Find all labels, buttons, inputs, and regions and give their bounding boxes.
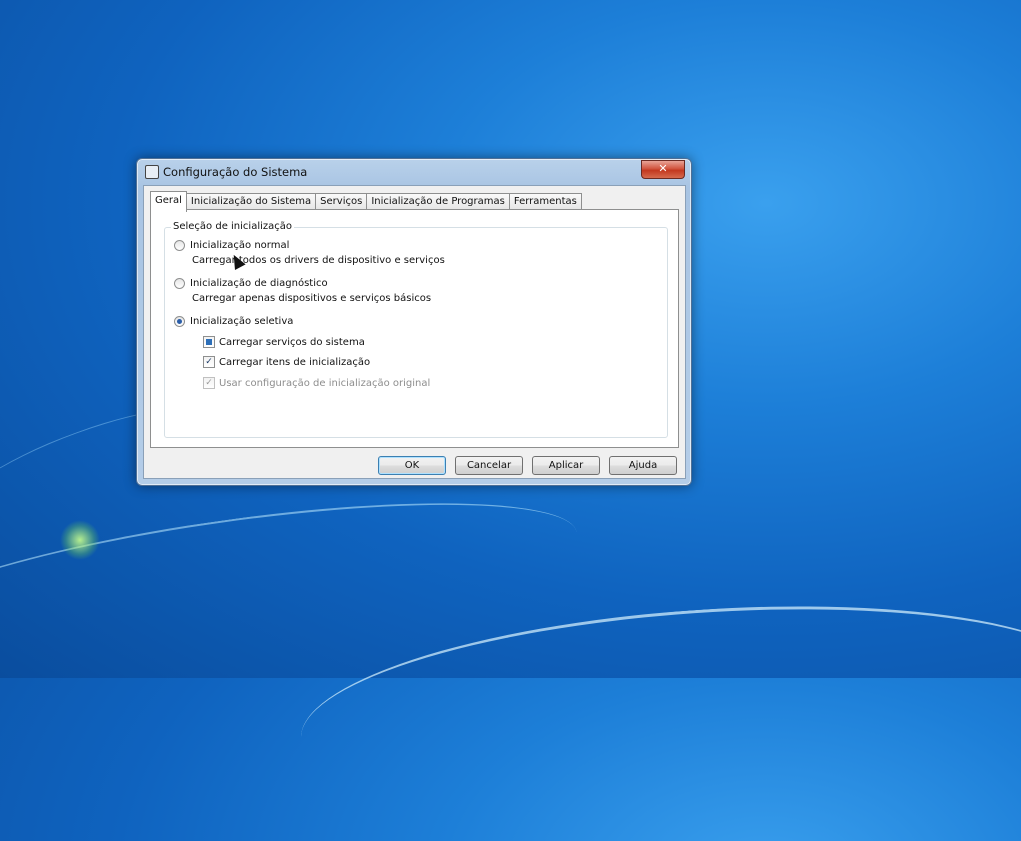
load-system-services-label: Carregar serviços do sistema — [219, 336, 365, 348]
normal-startup-label: Inicialização normal — [190, 240, 290, 251]
selective-startup-label: Inicialização seletiva — [190, 316, 294, 327]
system-configuration-window: Configuração do Sistema ✕ Geral Iniciali… — [136, 158, 692, 486]
load-system-services-checkbox[interactable]: Carregar serviços do sistema — [203, 336, 365, 348]
checkmark-icon: ✓ — [203, 377, 215, 389]
wallpaper-glow — [60, 520, 100, 560]
tab-strip: Geral Inicialização do Sistema Serviços … — [150, 191, 582, 212]
msconfig-icon — [145, 165, 159, 179]
cancel-button[interactable]: Cancelar — [455, 456, 523, 475]
startup-selection-label: Seleção de inicialização — [171, 221, 295, 232]
load-startup-items-checkbox[interactable]: ✓ Carregar itens de inicialização — [203, 356, 370, 368]
close-button[interactable]: ✕ — [641, 160, 685, 179]
tab-general[interactable]: Geral — [150, 191, 187, 212]
radio-button[interactable] — [174, 278, 185, 289]
window-title: Configuração do Sistema — [163, 165, 308, 179]
checkbox[interactable] — [203, 336, 215, 348]
title-bar[interactable]: Configuração do Sistema ✕ — [137, 159, 691, 185]
radio-button[interactable] — [174, 316, 185, 327]
radio-button[interactable] — [174, 240, 185, 251]
diagnostic-startup-radio[interactable]: Inicialização de diagnóstico — [174, 278, 328, 289]
tab-services[interactable]: Serviços — [315, 193, 368, 210]
diagnostic-startup-label: Inicialização de diagnóstico — [190, 278, 328, 289]
general-tab-panel: Seleção de inicialização Inicialização n… — [150, 209, 679, 448]
tab-startup[interactable]: Inicialização de Programas — [366, 193, 510, 210]
normal-startup-radio[interactable]: Inicialização normal — [174, 240, 289, 251]
use-original-boot-config-label: Usar configuração de inicialização origi… — [219, 377, 431, 389]
dialog-client-area: Geral Inicialização do Sistema Serviços … — [143, 185, 686, 479]
diagnostic-startup-description: Carregar apenas dispositivos e serviços … — [192, 293, 432, 304]
selective-startup-radio[interactable]: Inicialização seletiva — [174, 316, 293, 327]
wallpaper-streak — [293, 582, 1021, 841]
tab-tools[interactable]: Ferramentas — [508, 193, 582, 210]
use-original-boot-config-checkbox: ✓ Usar configuração de inicialização ori… — [203, 377, 430, 389]
load-startup-items-label: Carregar itens de inicialização — [219, 356, 371, 368]
apply-button[interactable]: Aplicar — [532, 456, 600, 475]
tab-boot[interactable]: Inicialização do Sistema — [185, 193, 317, 210]
wallpaper-streak — [0, 471, 586, 691]
checkmark-icon[interactable]: ✓ — [203, 356, 215, 368]
ok-button[interactable]: OK — [378, 456, 446, 475]
help-button[interactable]: Ajuda — [609, 456, 677, 475]
